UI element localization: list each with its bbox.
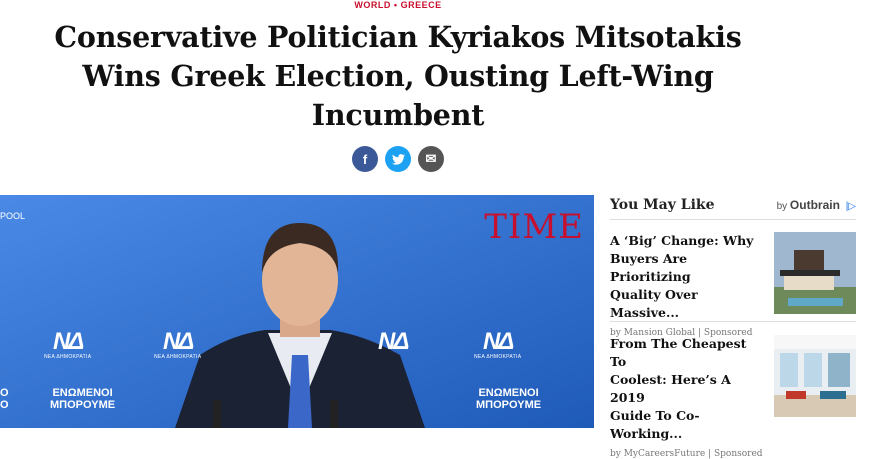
outbrain-logo[interactable]: Outbrain: [790, 198, 840, 212]
slogan-text: ΕΝΩΜΕΝΟΙ ΜΠΟΡΟΥΜΕ: [50, 387, 116, 411]
party-logo: ΝΔ ΝΕΑ ΔΗΜΟΚΡΑΤΙΑ: [474, 328, 522, 361]
sidebar-header: You May Like by Outbrain |▷: [610, 195, 856, 220]
lead-photo[interactable]: POOL TIME ΝΔ ΝΕΑ ΔΗΜΟΚΡΑΤΙΑ ΝΔ ΝΕΑ ΔΗΜΟΚ…: [0, 195, 594, 428]
twitter-share-button[interactable]: [385, 146, 411, 172]
ad-choices-icon[interactable]: |▷: [846, 201, 856, 212]
slogan-text: ΕΝΩΜΕΝΟΙ ΜΠΟΡΟΥΜΕ: [476, 387, 542, 411]
facebook-share-button[interactable]: f: [352, 146, 378, 172]
photo-credit-fragment: POOL: [0, 211, 26, 221]
recommendation-title[interactable]: From The Cheapest To Coolest: Here’s A 2…: [610, 335, 764, 443]
headline-line-1: Conservative Politician Kyriakos Mitsota…: [54, 20, 742, 54]
party-logo: ΝΔ ΝΕΑ ΔΗΜΟΚΡΑΤΙΑ: [154, 328, 202, 361]
sidebar-title: You May Like: [610, 197, 715, 213]
section-separator: •: [393, 0, 398, 10]
email-share-button[interactable]: ✉: [418, 146, 444, 172]
recommendation-source: by MyCareersFuture | Sponsored: [610, 449, 763, 459]
recommendation-item[interactable]: From The Cheapest To Coolest: Here’s A 2…: [610, 335, 856, 459]
facebook-icon: f: [362, 151, 368, 167]
twitter-icon: [391, 153, 405, 165]
section-world[interactable]: WORLD: [354, 0, 391, 10]
slogan-edge: ΟΟ: [0, 387, 9, 411]
recommendation-title[interactable]: A ‘Big’ Change: Why Buyers Are Prioritiz…: [610, 232, 764, 322]
politician-tie: [288, 355, 312, 428]
party-logo: ΝΔ ΝΕΑ ΔΗΜΟΚΡΑΤΙΑ: [44, 328, 92, 361]
section-greece[interactable]: GREECE: [401, 0, 442, 10]
recommendations-sidebar: You May Like by Outbrain |▷ A ‘Big’ Chan…: [610, 195, 856, 459]
share-bar: f ✉: [352, 146, 444, 172]
headline-line-3: Incumbent: [311, 98, 485, 132]
time-watermark: TIME: [484, 207, 584, 247]
article-headline: Conservative Politician Kyriakos Mitsota…: [40, 18, 756, 135]
recommendation-divider: [610, 321, 856, 322]
email-icon: ✉: [425, 151, 437, 166]
section-label[interactable]: WORLD • GREECE: [0, 0, 796, 10]
outbrain-branding[interactable]: by Outbrain |▷: [777, 198, 856, 212]
coworking-office-image[interactable]: [774, 335, 856, 417]
headline-line-2: Wins Greek Election, Ousting Left-Wing: [82, 59, 714, 93]
recommendation-item[interactable]: A ‘Big’ Change: Why Buyers Are Prioritiz…: [610, 232, 856, 338]
party-logo: ΝΔ: [378, 328, 409, 355]
modern-house-image[interactable]: [774, 232, 856, 314]
